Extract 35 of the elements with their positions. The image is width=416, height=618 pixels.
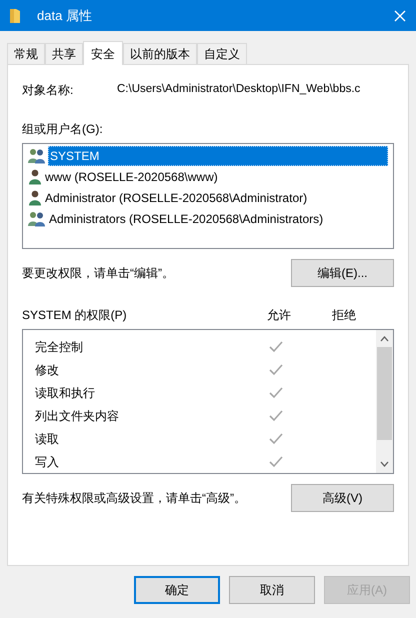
user-list-item[interactable]: Administrator (ROSELLE-2020568\Administrator) — [28, 187, 388, 208]
people-icon — [28, 148, 46, 164]
permission-name: 完全控制 — [35, 338, 84, 356]
folder-icon — [9, 8, 21, 24]
tab[interactable]: 以前的版本 — [123, 43, 197, 64]
dialog-button[interactable]: 确定 — [134, 576, 220, 604]
user-list-item[interactable]: Administrators (ROSELLE-2020568\Administrators) — [28, 208, 388, 229]
tab[interactable]: 安全 — [83, 41, 123, 65]
scrollbar[interactable] — [376, 330, 393, 473]
permission-name: 列出文件夹内容 — [35, 408, 120, 424]
deny-header: 拒绝 — [331, 307, 357, 324]
close-icon[interactable] — [394, 10, 406, 22]
permission-name: 修改 — [35, 362, 60, 378]
permissions-label: SYSTEM 的权限(P) — [22, 307, 128, 324]
permission-name: 写入 — [35, 454, 60, 470]
permission-name: 读取和执行 — [35, 384, 96, 402]
tab[interactable]: 自定义 — [197, 43, 247, 64]
advanced-hint: 有关特殊权限或高级设置，请单击“高级”。 — [22, 490, 246, 507]
dialog-button[interactable]: 取消 — [229, 576, 315, 604]
allow-header: 允许 — [266, 307, 292, 324]
edit-button[interactable]: 编辑(E)... — [291, 259, 394, 287]
permission-name: 读取 — [35, 430, 60, 448]
person-icon — [28, 168, 42, 184]
tab[interactable]: 共享 — [45, 43, 83, 64]
window-title: data 属性 — [37, 6, 92, 25]
user-list-item[interactable]: www (ROSELLE-2020568\www) — [28, 166, 388, 187]
edit-hint: 要更改权限，请单击“编辑”。 — [22, 265, 174, 282]
advanced-button[interactable]: 高级(V) — [291, 484, 394, 512]
group-label: 组或用户名(G): — [22, 121, 103, 138]
tab[interactable]: 常规 — [7, 43, 45, 64]
person-icon — [28, 190, 42, 206]
object-name-label: 对象名称: — [22, 82, 74, 99]
scroll-thumb[interactable] — [377, 347, 392, 440]
people-icon — [28, 210, 46, 226]
object-name-value: C:\Users\Administrator\Desktop\IFN_Web\bbs.c — [117, 82, 360, 98]
